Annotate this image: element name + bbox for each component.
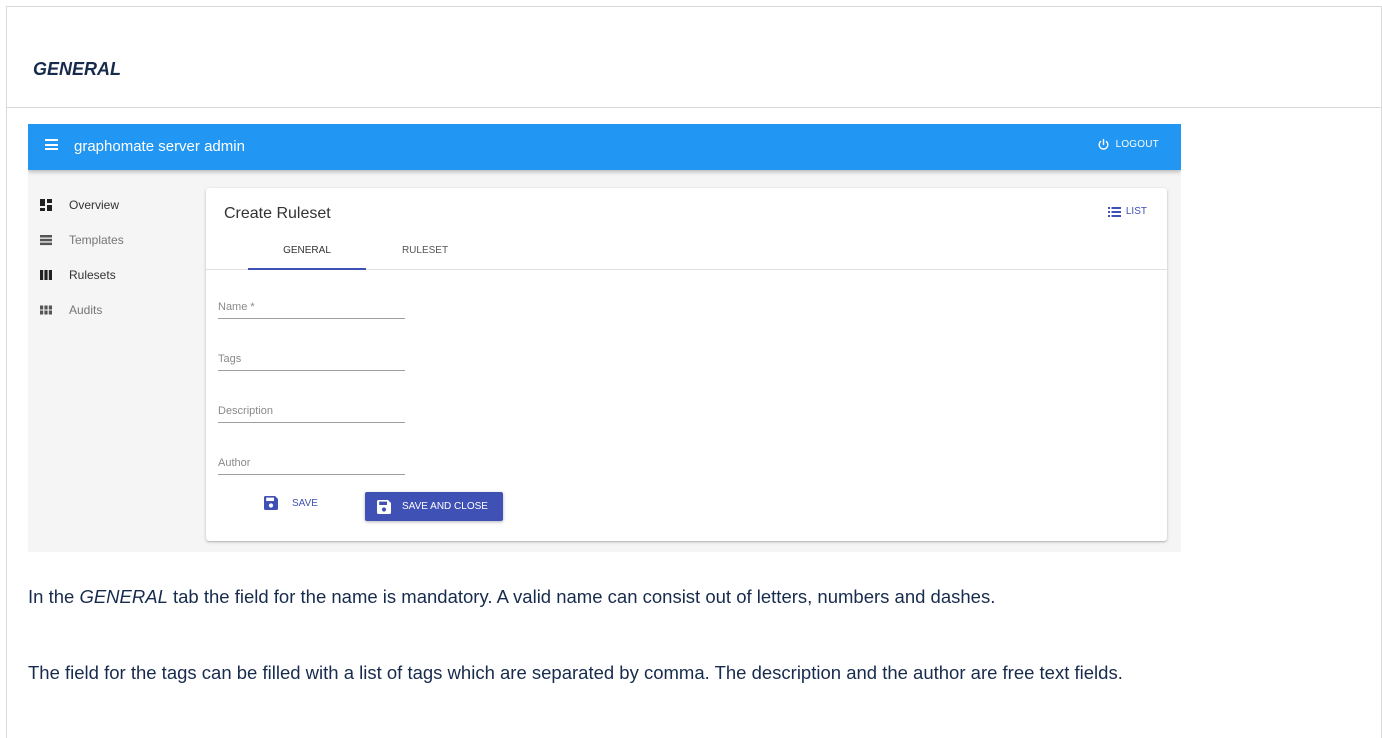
description-paragraph-2: The field for the tags can be filled wit…	[28, 662, 1123, 683]
description-paragraph-1: In the GENERAL tab the field for the nam…	[28, 584, 1358, 610]
tab-general[interactable]: GENERAL	[248, 231, 366, 270]
app-bar: graphomate server admin LOGOUT	[28, 124, 1181, 170]
section-title: GENERAL	[33, 59, 122, 79]
dashboard-icon	[40, 199, 52, 211]
save-label: SAVE	[292, 497, 318, 509]
paragraph-text: tab the field for the name is mandatory.…	[167, 586, 996, 607]
logout-label: LOGOUT	[1115, 139, 1159, 150]
list-button[interactable]: LIST	[1107, 206, 1147, 217]
author-input[interactable]	[218, 445, 405, 474]
list-view-icon	[40, 235, 52, 246]
sidebar-item-overview[interactable]: Overview	[40, 198, 119, 212]
list-icon	[1107, 206, 1121, 217]
module-view-icon	[40, 305, 52, 315]
paragraph-emphasis: GENERAL	[79, 586, 168, 607]
app-title: graphomate server admin	[74, 138, 245, 155]
author-field[interactable]	[218, 445, 405, 475]
column-view-icon	[40, 270, 52, 280]
description-input[interactable]	[218, 393, 405, 422]
sidebar-item-label: Templates	[69, 233, 124, 247]
tab-ruleset[interactable]: RULESET	[366, 231, 484, 270]
floppy-disk-icon	[377, 499, 391, 514]
save-and-close-label: SAVE AND CLOSE	[402, 501, 488, 512]
sidebar-item-rulesets[interactable]: Rulesets	[40, 268, 116, 282]
sidebar-item-audits[interactable]: Audits	[40, 303, 102, 317]
logout-button[interactable]: LOGOUT	[1097, 138, 1159, 151]
description-field[interactable]	[218, 393, 405, 423]
section-header: GENERAL	[7, 7, 1381, 108]
sidebar-item-label: Audits	[69, 303, 103, 317]
paragraph-text: In the	[28, 586, 80, 607]
card-title: Create Ruleset	[224, 205, 331, 222]
sidebar-item-templates[interactable]: Templates	[40, 233, 124, 247]
list-label: LIST	[1125, 206, 1147, 217]
tags-field[interactable]	[218, 341, 405, 371]
power-icon	[1098, 138, 1109, 150]
app-screenshot: graphomate server admin LOGOUT Overview	[28, 124, 1181, 552]
tags-input[interactable]	[218, 341, 405, 370]
name-field[interactable]	[218, 289, 405, 319]
floppy-disk-icon	[264, 496, 278, 510]
sidebar-item-label: Overview	[69, 198, 120, 212]
sidebar-item-label: Rulesets	[69, 268, 116, 282]
save-and-close-button[interactable]: SAVE AND CLOSE	[365, 492, 503, 521]
hamburger-menu-icon[interactable]	[45, 139, 58, 150]
tab-bar: GENERAL RULESET	[206, 231, 1167, 270]
name-input[interactable]	[218, 289, 405, 318]
save-button[interactable]: SAVE	[254, 489, 334, 517]
create-ruleset-card: Create Ruleset LIST GENERAL RULESET Name…	[206, 188, 1167, 541]
